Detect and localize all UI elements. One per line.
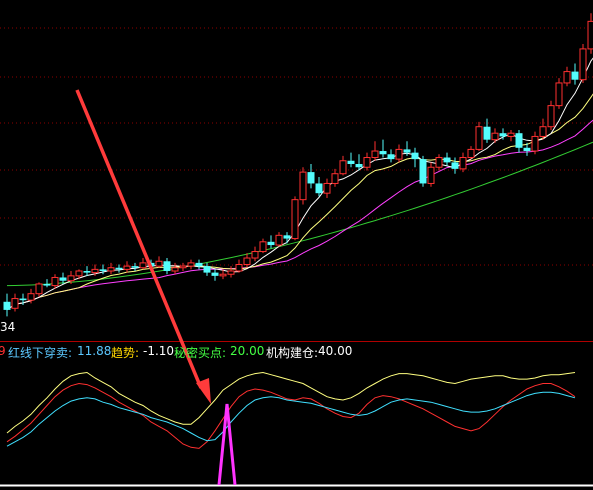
indicator-header: 9 红线下穿卖: 11.88 趋势: -1.10 秘密买点: 20.00 机构建… <box>0 341 593 361</box>
candle-body-57 <box>459 157 467 170</box>
candle-body-38 <box>307 172 315 184</box>
candle-body-30 <box>243 257 251 266</box>
candle-body-31 <box>251 251 259 259</box>
candle-body-23 <box>187 262 195 267</box>
candle-body-60 <box>483 126 491 140</box>
candle-body-10 <box>83 270 91 273</box>
candle-body-69 <box>555 82 563 107</box>
candle-body-45 <box>363 157 371 168</box>
candlestick-chart: 34 <box>0 13 593 487</box>
candle-body-1 <box>11 298 19 309</box>
candle-body-42 <box>339 160 347 175</box>
candle-body-0 <box>3 301 11 310</box>
candle-body-21 <box>171 267 179 272</box>
candle-body-47 <box>379 151 387 155</box>
candle-body-17 <box>139 262 147 269</box>
candle-body-12 <box>99 269 107 271</box>
candle-body-33 <box>267 241 275 246</box>
candle-body-15 <box>123 265 131 270</box>
candle-body-67 <box>539 126 547 137</box>
candle-body-16 <box>131 266 139 268</box>
indicator-lead-char: 9 <box>0 344 6 358</box>
candle-body-4 <box>35 283 43 295</box>
candle-body-51 <box>411 152 419 160</box>
osc-yellow-line <box>6 371 576 434</box>
candle-body-54 <box>435 157 443 168</box>
candle-body-24 <box>195 262 203 267</box>
candle-body-63 <box>507 132 515 137</box>
candle-body-11 <box>91 268 99 274</box>
candle-body-5 <box>43 283 51 286</box>
candle-body-58 <box>467 148 475 159</box>
candle-body-53 <box>427 166 435 184</box>
candle-body-59 <box>475 126 483 150</box>
candle-body-52 <box>419 159 427 184</box>
trend-label: 趋势: <box>111 346 140 360</box>
candle-body-71 <box>571 71 579 80</box>
candle-body-50 <box>403 149 411 153</box>
candle-body-61 <box>491 132 499 141</box>
candle-body-19 <box>155 260 163 267</box>
candle-body-7 <box>59 277 67 281</box>
candle-body-68 <box>547 105 555 128</box>
candle-body-56 <box>451 162 459 169</box>
candle-body-65 <box>523 147 531 152</box>
candle-body-28 <box>227 270 235 275</box>
candle-body-36 <box>291 199 299 240</box>
candle-body-22 <box>179 265 187 269</box>
secret-buy-label: 秘密买点: <box>174 346 227 360</box>
secret-buy-value: 20.00 <box>230 344 265 358</box>
candle-body-3 <box>27 293 35 301</box>
candle-body-46 <box>371 150 379 159</box>
candle-body-40 <box>323 182 331 194</box>
price-axis-label: 34 <box>0 320 15 334</box>
candle-body-41 <box>331 173 339 184</box>
candle-body-66 <box>531 135 539 152</box>
candle-body-49 <box>395 148 403 160</box>
candle-body-20 <box>163 261 171 271</box>
candle-body-34 <box>275 234 283 246</box>
candle-body-14 <box>115 267 123 270</box>
candle-body-25 <box>203 266 211 273</box>
sell-signal-label: 红线下穿卖: <box>8 346 73 360</box>
candle-body-6 <box>51 276 59 287</box>
candle-body-35 <box>283 235 291 239</box>
candle-body-62 <box>499 133 507 137</box>
trend-value: -1.10 <box>143 344 175 358</box>
candle-body-72 <box>579 48 587 81</box>
candle-body-26 <box>211 272 219 276</box>
candle-body-13 <box>107 267 115 272</box>
candle-body-9 <box>75 270 83 277</box>
candle-body-48 <box>387 154 395 160</box>
candle-body-55 <box>443 157 451 163</box>
osc-red-line <box>6 382 576 449</box>
sell-signal-value: 11.88 <box>77 344 112 358</box>
candle-body-64 <box>515 133 523 148</box>
candle-body-73 <box>587 20 593 50</box>
candle-body-2 <box>19 298 27 301</box>
institution-label: 机构建仓: <box>266 346 319 360</box>
candle-body-43 <box>347 160 355 164</box>
institution-value: 40.00 <box>318 344 353 358</box>
candle-body-37 <box>299 171 307 201</box>
ma-long-line <box>6 141 593 287</box>
candle-body-27 <box>219 273 227 277</box>
buy-signal-spike <box>217 403 237 486</box>
candle-body-70 <box>563 71 571 84</box>
candle-body-8 <box>67 275 75 282</box>
candle-body-39 <box>315 183 323 194</box>
candle-body-29 <box>235 264 243 272</box>
candle-body-32 <box>259 241 267 253</box>
candle-body-44 <box>355 164 363 168</box>
